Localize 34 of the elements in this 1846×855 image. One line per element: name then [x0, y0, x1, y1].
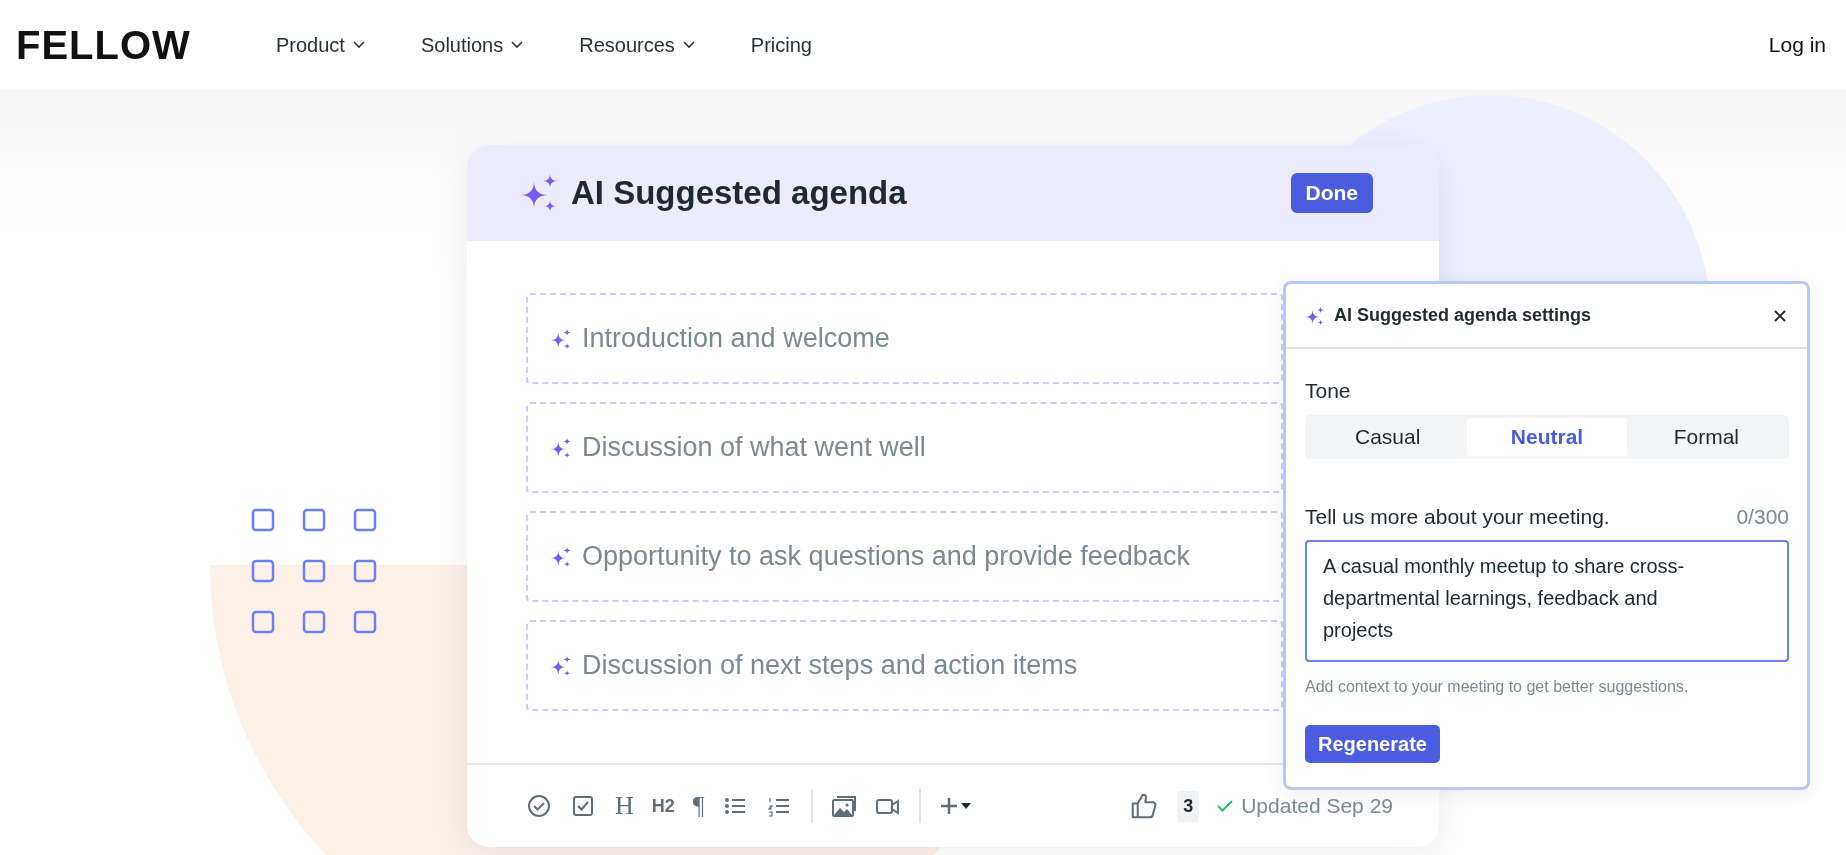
- chevron-down-icon: [682, 41, 695, 49]
- logo[interactable]: FELLOW: [16, 15, 196, 75]
- panel-title: AI Suggested agenda settings: [1334, 304, 1592, 327]
- update-status: Updated Sep 29: [1241, 793, 1393, 820]
- login-link[interactable]: Log in: [1768, 29, 1826, 61]
- tone-label: Tone: [1305, 378, 1352, 404]
- close-icon: [1773, 308, 1787, 323]
- context-field[interactable]: A casual monthly meetup to share cross-departmental learnings, feedback and projects: [1305, 540, 1789, 662]
- check-icon: [1217, 799, 1234, 813]
- tone-option[interactable]: Neutral: [1467, 417, 1627, 456]
- like-count: 3: [1177, 790, 1200, 822]
- regenerate-button[interactable]: Regenerate: [1305, 725, 1440, 763]
- agenda-item[interactable]: Discussion of next steps and action items: [526, 620, 1283, 711]
- nav-link[interactable]: Product: [276, 30, 365, 60]
- field-label: Tell us more about your meeting.: [1305, 503, 1610, 530]
- check-circle-icon[interactable]: [527, 793, 553, 819]
- nav-link[interactable]: Resources: [579, 30, 695, 60]
- format-button[interactable]: H: [615, 791, 634, 821]
- format-button[interactable]: H2: [651, 791, 675, 821]
- nav-link[interactable]: Solutions: [420, 30, 524, 60]
- hint-text: Add context to your meeting to get better suggestions.: [1305, 677, 1690, 697]
- agenda-item[interactable]: Introduction and welcome: [526, 293, 1283, 384]
- tone-option[interactable]: Casual: [1308, 417, 1468, 456]
- agenda-item[interactable]: Discussion of what went well: [526, 402, 1283, 493]
- image-icon[interactable]: [830, 793, 857, 819]
- chevron-down-icon: [352, 41, 365, 49]
- tone-option[interactable]: Formal: [1626, 417, 1786, 456]
- chevron-down-icon: [511, 41, 524, 49]
- card-title: AI Suggested agenda: [571, 173, 907, 214]
- nav-link[interactable]: Pricing: [750, 30, 812, 60]
- format-button[interactable]: ¶: [692, 791, 705, 821]
- character-count: 0/300: [1736, 503, 1789, 530]
- agenda-item[interactable]: Opportunity to ask questions and provide feedback: [526, 511, 1283, 602]
- done-button[interactable]: Done: [1290, 173, 1373, 213]
